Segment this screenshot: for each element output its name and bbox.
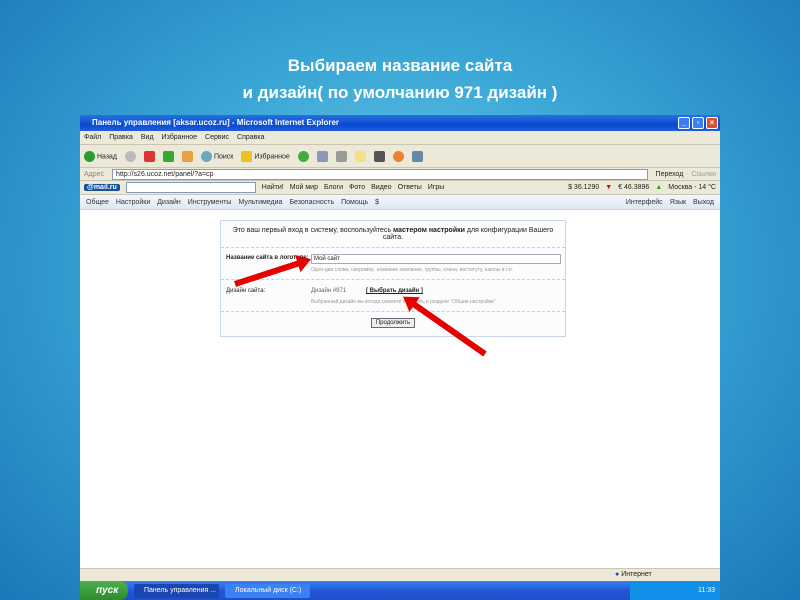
menu-bar: Файл Правка Вид Избранное Сервис Справка <box>80 131 720 145</box>
continue-row: Продолжить <box>221 312 565 328</box>
at-icon[interactable] <box>392 150 404 162</box>
close-button[interactable]: × <box>706 117 718 129</box>
eur-rate: € 46.3896 <box>618 184 650 191</box>
print-icon[interactable] <box>335 150 347 162</box>
maximize-button[interactable]: ▫ <box>692 117 704 129</box>
back-button[interactable]: Назад <box>84 150 117 162</box>
task-local-disk[interactable]: Локальный диск (C:) <box>225 583 310 598</box>
mail-icon[interactable] <box>316 150 328 162</box>
mailru-link-games[interactable]: Игры <box>428 184 445 191</box>
messenger-icon[interactable] <box>411 150 423 162</box>
status-bar: ● Интернет <box>80 568 720 581</box>
down-icon: ▼ <box>605 184 613 191</box>
globe-icon: ● <box>615 571 620 578</box>
mailru-link-mymir[interactable]: Мой мир <box>290 184 318 191</box>
address-bar: Адрес http://s26.ucoz.net/panel/?a=cp Пе… <box>80 168 720 181</box>
nav-multimedia[interactable]: Мультимедиа <box>238 199 282 206</box>
nav-help[interactable]: Помощь <box>341 199 368 206</box>
usd-rate: $ 36.1290 <box>568 184 600 191</box>
ucoz-nav: Общее Настройки Дизайн Инструменты Мульт… <box>80 195 720 210</box>
taskbar: пуск Панель управления ... Локальный дис… <box>80 581 720 600</box>
setup-wizard: Это ваш первый вход в систему, воспользу… <box>220 220 566 337</box>
stop-icon[interactable] <box>144 150 156 162</box>
toolbar: Назад Поиск Избранное <box>80 145 720 168</box>
minimize-button[interactable]: _ <box>678 117 690 129</box>
address-input[interactable]: http://s26.ucoz.net/panel/?a=cp <box>112 168 648 180</box>
forward-icon[interactable] <box>125 150 137 162</box>
links-button[interactable]: Ссылки <box>691 171 716 178</box>
slide-title: Выбираем название сайта и дизайн( по умо… <box>242 56 558 102</box>
system-tray: 11:33 <box>630 581 720 600</box>
mailru-logo[interactable]: @mail.ru <box>84 184 120 191</box>
back-arrow-icon <box>84 150 95 162</box>
home-icon[interactable] <box>182 150 194 162</box>
up-icon: ▲ <box>655 184 663 191</box>
title-bar: Панель управления [aksar.ucoz.ru] - Micr… <box>80 115 720 131</box>
nav-settings[interactable]: Настройки <box>116 199 150 206</box>
clock: 11:33 <box>698 587 715 594</box>
nav-tools[interactable]: Инструменты <box>188 199 232 206</box>
nav-dollar[interactable]: $ <box>375 199 379 206</box>
status-zone: ● Интернет <box>615 571 652 578</box>
menu-edit[interactable]: Правка <box>109 134 133 141</box>
mailru-toolbar: @mail.ru Найти! Мой мир Блоги Фото Видео… <box>80 181 720 195</box>
nav-interface[interactable]: Интерфейс <box>626 199 663 206</box>
continue-button[interactable]: Продолжить <box>370 318 416 328</box>
weather[interactable]: Москва - 14 °C <box>668 184 716 191</box>
task-control-panel[interactable]: Панель управления ... <box>134 583 219 598</box>
menu-favorites[interactable]: Избранное <box>162 134 197 141</box>
star-icon <box>241 150 253 162</box>
browser-window: Панель управления [aksar.ucoz.ru] - Micr… <box>80 115 720 600</box>
nav-logout[interactable]: Выход <box>693 199 714 206</box>
site-name-input[interactable]: Мой сайт <box>311 254 561 264</box>
nav-language[interactable]: Язык <box>670 199 686 206</box>
menu-file[interactable]: Файл <box>84 134 101 141</box>
history-icon[interactable] <box>297 150 309 162</box>
note-icon[interactable] <box>354 150 366 162</box>
nav-design[interactable]: Дизайн <box>157 199 181 206</box>
favorites-button[interactable]: Избранное <box>241 150 290 162</box>
mailru-link-blogs[interactable]: Блоги <box>324 184 343 191</box>
search-icon <box>201 150 213 162</box>
menu-tools[interactable]: Сервис <box>205 134 229 141</box>
mailru-link-photo[interactable]: Фото <box>349 184 365 191</box>
kaspersky-icon[interactable] <box>373 150 385 162</box>
mailru-link-answers[interactable]: Ответы <box>398 184 422 191</box>
search-button[interactable]: Поиск <box>201 150 233 162</box>
nav-security[interactable]: Безопасность <box>289 199 334 206</box>
menu-help[interactable]: Справка <box>237 134 264 141</box>
wizard-link: мастером настройки <box>393 227 465 234</box>
go-button[interactable]: Переход <box>656 171 684 178</box>
refresh-icon[interactable] <box>163 150 175 162</box>
design-row: Дизайн сайта: Дизайн #971 [ Выбрать диза… <box>221 280 565 312</box>
site-name-row: Название сайта в логотипе: Мой сайт Одно… <box>221 248 565 280</box>
nav-general[interactable]: Общее <box>86 199 109 206</box>
mailru-search-input[interactable] <box>125 182 256 193</box>
menu-view[interactable]: Вид <box>141 134 154 141</box>
find-button[interactable]: Найти! <box>262 184 284 191</box>
mailru-link-video[interactable]: Видео <box>371 184 391 191</box>
start-button[interactable]: пуск <box>80 581 128 600</box>
wizard-intro: Это ваш первый вход в систему, воспользу… <box>221 221 565 248</box>
